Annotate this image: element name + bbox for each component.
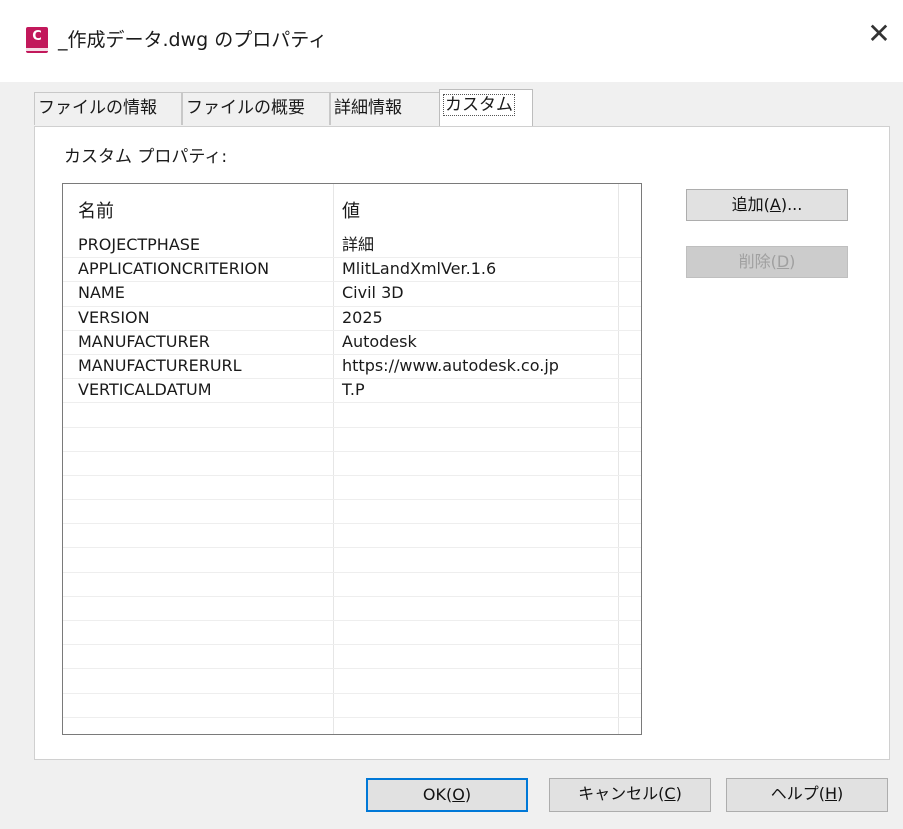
empty-row bbox=[63, 476, 641, 501]
row-name: MANUFACTURER bbox=[78, 331, 210, 351]
empty-row bbox=[63, 403, 641, 428]
empty-row bbox=[63, 428, 641, 452]
row-value: https://www.autodesk.co.jp bbox=[342, 355, 559, 375]
empty-row bbox=[63, 452, 641, 476]
custom-properties-label: カスタム プロパティ: bbox=[64, 147, 228, 167]
title-bar: C _作成データ.dwg のプロパティ ✕ bbox=[0, 0, 903, 82]
row-value: MlitLandXmlVer.1.6 bbox=[342, 259, 497, 279]
tab-custom[interactable]: カスタム bbox=[439, 89, 533, 126]
row-value: 2025 bbox=[342, 307, 383, 327]
empty-row bbox=[63, 669, 641, 694]
tab-file-summary[interactable]: ファイルの概要 bbox=[182, 92, 330, 125]
list-row-verticaldatum[interactable]: VERTICALDATUM T.P bbox=[63, 379, 641, 404]
list-row-name[interactable]: NAME Civil 3D bbox=[63, 282, 641, 307]
empty-row bbox=[63, 548, 641, 573]
row-name: PROJECTPHASE bbox=[78, 235, 201, 254]
window-title: _作成データ.dwg のプロパティ bbox=[58, 29, 328, 51]
ok-button[interactable]: OK(O) bbox=[366, 778, 528, 812]
close-icon: ✕ bbox=[867, 17, 891, 50]
empty-row bbox=[63, 718, 641, 734]
help-button[interactable]: ヘルプ(H) bbox=[726, 778, 888, 812]
row-value: Civil 3D bbox=[342, 283, 404, 303]
empty-row bbox=[63, 597, 641, 621]
tab-file-info[interactable]: ファイルの情報 bbox=[34, 92, 182, 125]
row-value: T.P bbox=[342, 380, 365, 400]
row-name: VERSION bbox=[78, 307, 150, 327]
row-name: APPLICATIONCRITERION bbox=[78, 259, 270, 279]
list-rows: PROJECTPHASE 詳細 APPLICATIONCRITERION Mli… bbox=[63, 234, 641, 734]
row-value: Autodesk bbox=[342, 331, 417, 351]
row-name: MANUFACTURERURL bbox=[78, 355, 242, 375]
list-row-manufacturer[interactable]: MANUFACTURER Autodesk bbox=[63, 331, 641, 355]
column-header-value[interactable]: 値 bbox=[342, 198, 360, 226]
list-row-manufacturerurl[interactable]: MANUFACTURERURL https://www.autodesk.co.… bbox=[63, 355, 641, 380]
list-row-projectphase[interactable]: PROJECTPHASE 詳細 bbox=[63, 234, 641, 259]
civil3d-app-icon: C bbox=[26, 27, 48, 53]
close-button[interactable]: ✕ bbox=[855, 14, 903, 54]
row-name: VERTICALDATUM bbox=[78, 380, 212, 400]
empty-row bbox=[63, 645, 641, 670]
list-row-applicationcriterion[interactable]: APPLICATIONCRITERION MlitLandXmlVer.1.6 bbox=[63, 258, 641, 283]
column-header-name[interactable]: 名前 bbox=[78, 198, 114, 226]
list-header: 名前 値 bbox=[63, 194, 641, 234]
tab-details[interactable]: 詳細情報 bbox=[330, 92, 440, 125]
empty-row bbox=[63, 573, 641, 597]
list-row-version[interactable]: VERSION 2025 bbox=[63, 307, 641, 331]
custom-properties-list[interactable]: 名前 値 PROJECTPHASE 詳細 APPLICATIONCRITERIO… bbox=[62, 183, 642, 735]
add-button[interactable]: 追加(A)... bbox=[686, 189, 848, 221]
empty-row bbox=[63, 524, 641, 549]
empty-row bbox=[63, 621, 641, 646]
app-icon-letter: C bbox=[32, 29, 42, 44]
delete-button[interactable]: 削除(D) bbox=[686, 246, 848, 278]
row-name: NAME bbox=[78, 283, 125, 303]
row-value: 詳細 bbox=[342, 235, 375, 254]
cancel-button[interactable]: キャンセル(C) bbox=[549, 778, 711, 812]
empty-row bbox=[63, 694, 641, 718]
empty-row bbox=[63, 500, 641, 525]
